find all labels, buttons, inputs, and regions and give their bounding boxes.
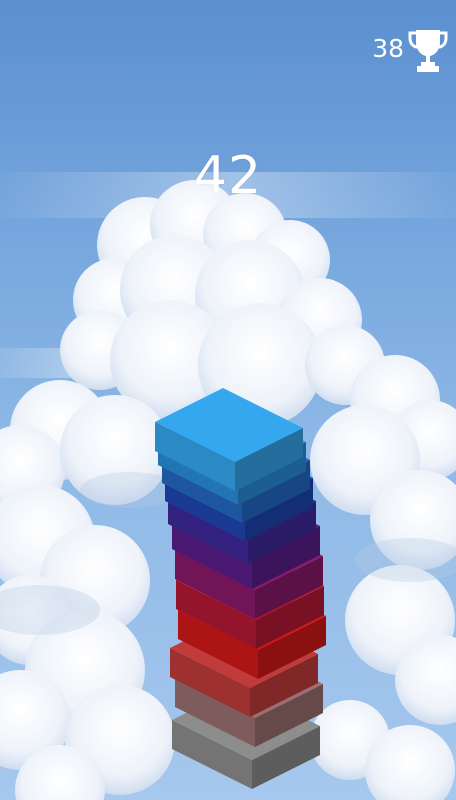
block-tower	[155, 388, 326, 789]
trophy-icon	[408, 30, 448, 72]
current-score: 42	[193, 146, 263, 206]
game-screen[interactable]: 42 38	[0, 0, 456, 800]
best-score: 38	[372, 34, 404, 63]
